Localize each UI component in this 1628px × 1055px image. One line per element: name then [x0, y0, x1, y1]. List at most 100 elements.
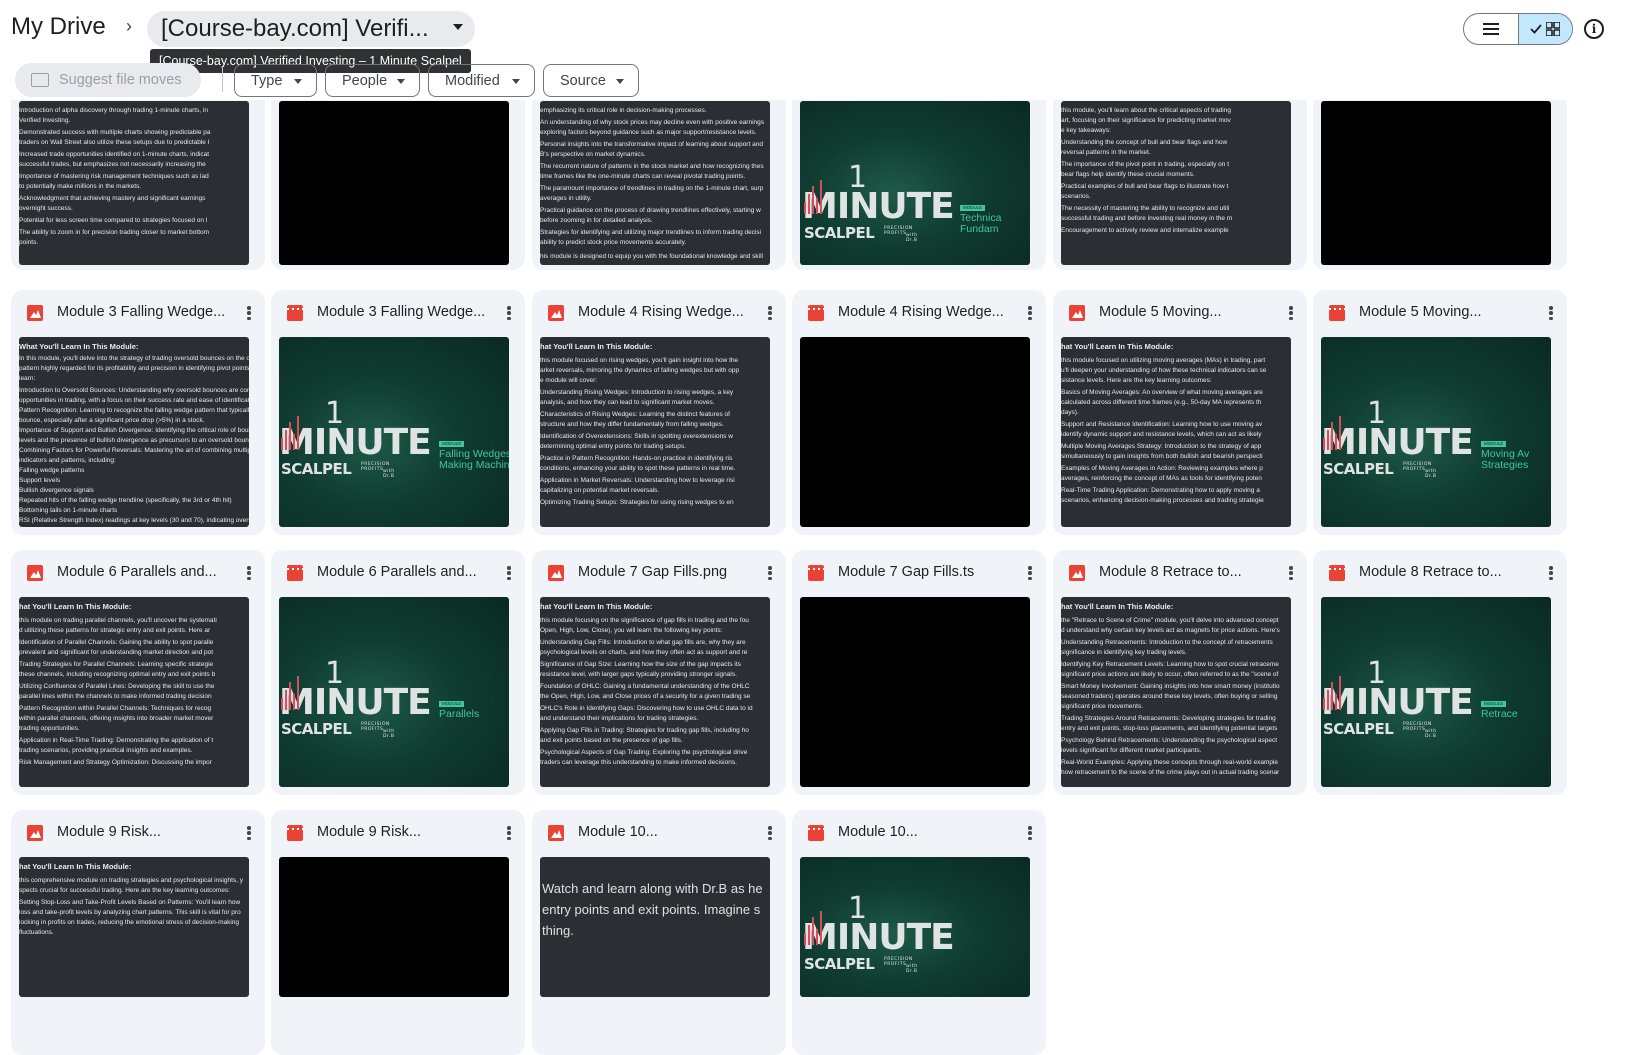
breadcrumb-my-drive[interactable]: My Drive — [11, 13, 106, 41]
more-actions-icon[interactable] — [247, 306, 251, 320]
more-actions-icon[interactable] — [247, 566, 251, 580]
current-folder-label: [Course-bay.com] Verifi... — [161, 15, 429, 42]
module-badge: MODULE — [1481, 701, 1507, 707]
file-card[interactable]: Module 4 Rising Wedge... — [792, 290, 1046, 535]
card-header: Module 5 Moving... — [1053, 290, 1307, 336]
file-card[interactable]: Module 9 Risk... hat You'll Learn In This… — [11, 810, 265, 1055]
card-header: Module 9 Risk... — [271, 810, 525, 856]
thumbnail-text-line: Optimizing Trading Setups: Strategies fo… — [540, 499, 734, 506]
file-card[interactable]: Module 6 Parallels and... 1 MINUTE SCALPEL P… — [271, 550, 525, 795]
thumbnail-text-line: Applying Gap Fills in Trading: Strategie… — [540, 727, 749, 734]
logo-with: with Dr.B — [1425, 729, 1437, 739]
file-card[interactable]: Module 4 Rising Wedge... hat You'll Learn… — [532, 290, 786, 535]
thumbnail-text-line: B's perspective on market dynamics. — [540, 151, 646, 158]
file-thumbnail: 1 MINUTE SCALPEL PRECISION PROFITS with Dr.B… — [1321, 597, 1551, 787]
image-file-icon — [1069, 565, 1085, 581]
more-actions-icon[interactable] — [1289, 566, 1293, 580]
thumbnail-text-line: art, focusing on their significance for … — [1061, 117, 1231, 124]
thumbnail-text-line: Demonstrated success with multiple chart… — [19, 129, 211, 136]
more-actions-icon[interactable] — [1028, 566, 1032, 580]
thumbnail-text-line: Watch and learn along with Dr.B as he — [542, 881, 763, 896]
thumbnail-text-line: The necessity of mastering the ability t… — [1061, 205, 1230, 212]
file-thumbnail: emphasizing its critical role in decisio… — [540, 101, 770, 265]
file-name: Module 8 Retrace to... — [1099, 564, 1242, 580]
thumbnail-text-line: this comprehensive module on trading str… — [19, 877, 244, 884]
info-icon[interactable]: i — [1584, 19, 1604, 39]
thumbnail-text-line: bear flags help identify these crucial m… — [1061, 171, 1195, 178]
image-file-icon — [27, 565, 43, 581]
more-actions-icon[interactable] — [768, 306, 772, 320]
file-card[interactable]: Module 7 Gap Fills.ts — [792, 550, 1046, 795]
thumbnail-text-line: the Open, High, Low, and Close prices of… — [540, 693, 751, 700]
thumbnail-text-line: hat You'll Learn In This Module: — [19, 603, 132, 611]
more-actions-icon[interactable] — [1028, 306, 1032, 320]
filter-source[interactable]: Source — [543, 64, 639, 97]
thumbnail-text-line: Identifying Key Retracement Levels: Lear… — [1061, 661, 1279, 668]
file-card[interactable]: Module 5 Moving... hat You'll Learn In Th… — [1053, 290, 1307, 535]
more-actions-icon[interactable] — [1549, 566, 1553, 580]
thumbnail-text-line: Practice in Pattern Recognition: Hands-o… — [540, 455, 733, 462]
module-title-tag: MODULE Falling Wedges Making Machin — [439, 437, 509, 471]
more-actions-icon[interactable] — [768, 566, 772, 580]
file-thumbnail — [1321, 101, 1551, 265]
file-card[interactable]: Module 10... 1 MINUTE SCALPEL PRECISION PROF… — [792, 810, 1046, 1055]
file-card[interactable]: Module 3 Falling Wedge... What You'll Lea… — [11, 290, 265, 535]
file-thumbnail: hat You'll Learn In This Module: this mod… — [540, 337, 770, 527]
thumbnail-text-line: Psychological Aspects of Gap Trading: Ex… — [540, 749, 748, 756]
file-card[interactable]: Module 8 Retrace to... 1 MINUTE SCALPEL PREC… — [1313, 550, 1567, 795]
thumbnail-text-line: sistance levels. Here are the key learni… — [1061, 377, 1212, 384]
file-thumbnail: hat You'll Learn In This Module: this mod… — [1061, 337, 1291, 527]
thumbnail-text-line: Understanding the concept of bull and be… — [1061, 139, 1228, 146]
more-actions-icon[interactable] — [507, 566, 511, 580]
file-thumbnail: 1 MINUTE SCALPEL PRECISION PROFITS with Dr.B — [800, 857, 1030, 997]
file-card[interactable]: Module 7 Gap Fills.png hat You'll Learn I… — [532, 550, 786, 795]
filter-people[interactable]: People — [325, 64, 420, 97]
more-actions-icon[interactable] — [768, 826, 772, 840]
filter-modified-label: Modified — [445, 72, 500, 89]
card-header: Module 4 Rising Wedge... — [792, 290, 1046, 336]
thumbnail-text-line: this module focused on rising wedges, yo… — [540, 357, 739, 364]
thumbnail-text-line: e module will cover: — [540, 377, 598, 384]
more-actions-icon[interactable] — [507, 306, 511, 320]
file-thumbnail: hat You'll Learn In This Module: this mod… — [540, 597, 770, 787]
more-actions-icon[interactable] — [507, 826, 511, 840]
video-file-icon — [808, 825, 824, 841]
thumbnail-text-line: Increased trade opportunities identified… — [19, 151, 210, 158]
suggest-file-moves-button[interactable]: Suggest file moves — [15, 63, 201, 97]
file-card[interactable]: Module 6 Parallels and... hat You'll Lear… — [11, 550, 265, 795]
logo-scalpel: SCALPEL — [804, 955, 875, 973]
file-card[interactable]: Module 3 Falling Wedge... 1 MINUTE SCALPEL P… — [271, 290, 525, 535]
more-actions-icon[interactable] — [1289, 306, 1293, 320]
list-view-button[interactable] — [1464, 14, 1518, 44]
thumbnail-text-line: OHLC's Role in Identifying Gaps: Discove… — [540, 705, 753, 712]
thumbnail-text-line: Basics of Moving Averages: An overview o… — [1061, 389, 1263, 396]
thumbnail-text-line: this module on trading parallel channels… — [19, 617, 217, 624]
file-name: Module 9 Risk... — [57, 824, 161, 840]
logo-with: with Dr.B — [906, 233, 918, 243]
thumbnail-text-line: to potentially make millions in the mark… — [19, 183, 142, 190]
logo-with: with Dr.B — [906, 964, 918, 974]
breadcrumb-current-folder[interactable]: [Course-bay.com] Verifi... — [147, 11, 475, 47]
file-card[interactable]: Module 9 Risk... — [271, 810, 525, 1055]
file-card[interactable]: Module 8 Retrace to... hat You'll Learn I… — [1053, 550, 1307, 795]
file-card[interactable]: Module 10... Watch and learn along with D… — [532, 810, 786, 1055]
filter-type-label: Type — [251, 72, 283, 89]
thumbnail-text-line: Combining Factors for Powerful Reversals… — [19, 447, 249, 454]
file-thumbnail: hat You'll Learn In This Module: this mod… — [19, 597, 249, 787]
thumbnail-text-line: bounce, especially after a significant p… — [19, 417, 205, 424]
grid-view-button[interactable] — [1517, 14, 1572, 44]
more-actions-icon[interactable] — [1549, 306, 1553, 320]
filter-modified[interactable]: Modified — [428, 64, 535, 97]
logo-with: with Dr.B — [383, 729, 395, 739]
more-actions-icon[interactable] — [1028, 826, 1032, 840]
image-file-icon — [548, 305, 564, 321]
thumbnail-text-line: hat You'll Learn In This Module: — [540, 343, 653, 351]
thumbnail-text-line: What You'll Learn In This Module: — [19, 343, 139, 351]
file-thumbnail: What You'll Learn In This Module: In this… — [19, 337, 249, 527]
file-thumbnail: 1 MINUTE SCALPEL PRECISION PROFITS with Dr.B… — [279, 597, 509, 787]
more-actions-icon[interactable] — [247, 826, 251, 840]
file-card[interactable]: Module 5 Moving... 1 MINUTE SCALPEL PRECISIO… — [1313, 290, 1567, 535]
thumbnail-text-line: pattern highly regarded for its profitab… — [19, 365, 249, 372]
filter-type[interactable]: Type — [234, 64, 317, 97]
thumbnail-text-line: d understand why certain key levels act … — [1061, 627, 1280, 634]
